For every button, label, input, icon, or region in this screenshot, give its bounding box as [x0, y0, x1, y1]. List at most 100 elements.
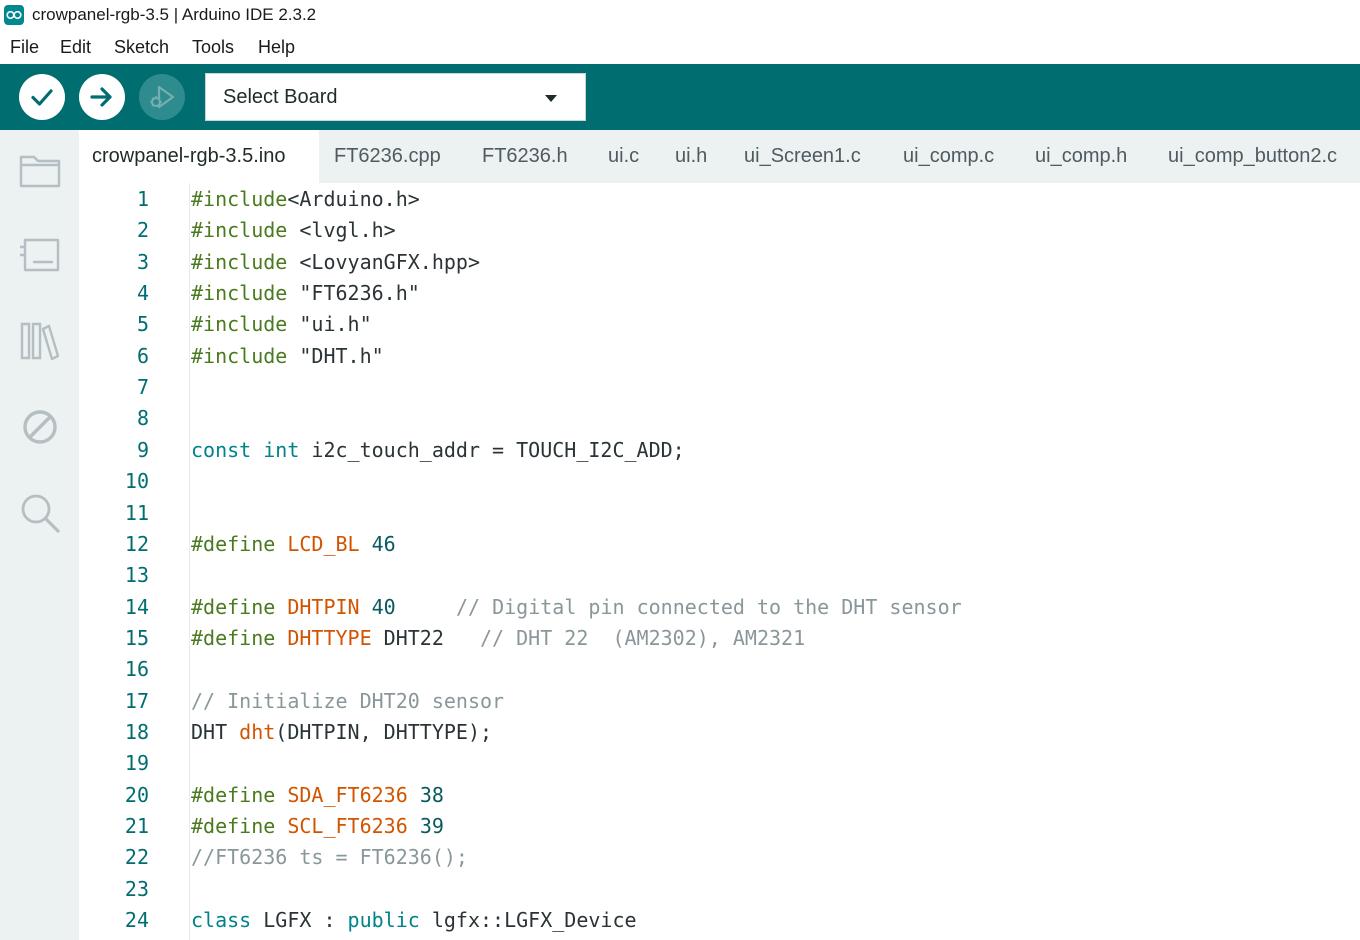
- tab-label: ui.h: [675, 145, 708, 167]
- search-button[interactable]: [14, 487, 66, 539]
- code-token: // DHT 22 (AM2302), AM2321: [480, 625, 806, 650]
- line-number: 10: [124, 469, 149, 494]
- debug-panel-button[interactable]: [14, 401, 66, 453]
- code-token: // Digital pin connected to the DHT sens…: [455, 594, 962, 619]
- code-line: 1 #include<Arduino.h>: [79, 183, 1360, 214]
- code-token: DHTPIN: [287, 594, 360, 619]
- code-text: #define DHTTYPE DHT22 // DHT 22 (AM2302)…: [191, 626, 805, 650]
- tab-crowpanel-rgb-ino[interactable]: crowpanel-rgb-3.5.ino: [79, 130, 319, 183]
- code-line: 16: [79, 653, 1360, 684]
- library-manager-button[interactable]: [14, 315, 66, 367]
- menu-help[interactable]: Help: [258, 37, 295, 58]
- menu-file[interactable]: File: [10, 37, 39, 58]
- code-token: #define: [191, 531, 276, 556]
- code-token: SDA_FT6236: [287, 782, 408, 807]
- line-number: 7: [136, 375, 149, 400]
- code-token: "ui.h": [287, 312, 372, 337]
- code-text: DHT dht(DHTPIN, DHTTYPE);: [191, 720, 492, 744]
- verify-button[interactable]: [19, 74, 65, 120]
- tab-label: ui_comp.c: [903, 145, 995, 167]
- line-number: 24: [124, 908, 149, 933]
- code-token: // Initialize DHT20 sensor: [191, 688, 505, 713]
- tab-ui-comp-button2-c[interactable]: ui_comp_button2.c: [1168, 130, 1337, 183]
- code-line: 19: [79, 747, 1360, 778]
- code-editor[interactable]: 1 #include<Arduino.h> 2 #include <lvgl.h> 3 #…: [79, 183, 1360, 940]
- code-token: #include: [191, 187, 288, 211]
- code-line: 22 //FT6236 ts = FT6236();: [79, 841, 1360, 872]
- code-line: 6 #include "DHT.h": [79, 340, 1360, 371]
- code-token: <LovyanGFX.hpp>: [287, 249, 480, 274]
- title-bar: crowpanel-rgb-3.5 | Arduino IDE 2.3.2: [0, 0, 1360, 31]
- code-text: #define LCD_BL 46: [191, 532, 396, 556]
- line-number: 9: [136, 437, 149, 462]
- boards-manager-button[interactable]: [14, 229, 66, 281]
- tab-label: ui_comp.h: [1035, 145, 1128, 167]
- tab-ui-comp-h[interactable]: ui_comp.h: [1035, 130, 1127, 183]
- line-number: 5: [136, 312, 149, 337]
- code-token: 46: [371, 531, 396, 556]
- code-line: 23: [79, 873, 1360, 904]
- code-token: #define: [191, 594, 276, 619]
- code-token: 40: [371, 594, 396, 619]
- line-number: 22: [124, 845, 149, 870]
- code-token: dht: [239, 719, 276, 744]
- menu-edit[interactable]: Edit: [60, 37, 91, 58]
- arrow-right-icon: [90, 87, 112, 107]
- check-icon: [31, 89, 53, 106]
- code-token: 39: [419, 814, 444, 838]
- line-number: 8: [136, 406, 149, 431]
- board-select-dropdown[interactable]: Select Board: [205, 73, 586, 121]
- code-token: #include: [191, 343, 288, 368]
- line-number: 13: [124, 563, 149, 588]
- code-line: 9 const int i2c_touch_addr = TOUCH_I2C_AD…: [79, 434, 1360, 465]
- code-line: 2 #include <lvgl.h>: [79, 214, 1360, 245]
- tab-ui-c[interactable]: ui.c: [608, 130, 639, 183]
- line-number: 12: [124, 531, 149, 556]
- menu-tools[interactable]: Tools: [192, 37, 234, 58]
- code-token: i2c_touch_addr = TOUCH_I2C_ADD;: [299, 437, 685, 462]
- tab-label: ui_Screen1.c: [744, 145, 861, 167]
- tab-ui-h[interactable]: ui.h: [675, 130, 707, 183]
- code-token: DHTTYPE: [287, 625, 372, 650]
- code-token: #define: [191, 814, 276, 838]
- code-token: <lvgl.h>: [287, 218, 396, 243]
- code-text: #include "FT6236.h": [191, 281, 420, 305]
- menu-sketch[interactable]: Sketch: [114, 37, 169, 58]
- tab-ft6236-h[interactable]: FT6236.h: [482, 130, 568, 183]
- code-token: public: [347, 908, 420, 933]
- line-number: 11: [124, 500, 149, 525]
- line-number: 18: [124, 719, 149, 744]
- code-token: #define: [191, 782, 276, 807]
- upload-button[interactable]: [79, 74, 125, 120]
- code-token: DHT22: [371, 625, 481, 650]
- line-number: 2: [136, 218, 149, 243]
- code-line: 4 #include "FT6236.h": [79, 277, 1360, 308]
- sketchbook-button[interactable]: [14, 144, 66, 196]
- tab-label: ui.c: [608, 145, 640, 167]
- line-number: 17: [124, 688, 149, 713]
- code-token: LGFX :: [251, 908, 348, 933]
- code-line: 24 class LGFX : public lgfx::LGFX_Device: [79, 904, 1360, 935]
- tab-ui-screen1-c[interactable]: ui_Screen1.c: [744, 130, 861, 183]
- code-token: DHT: [191, 719, 240, 744]
- tab-ui-comp-c[interactable]: ui_comp.c: [903, 130, 994, 183]
- debug-button[interactable]: [139, 74, 185, 120]
- tab-label: FT6236.cpp: [334, 145, 441, 167]
- code-text: #include "DHT.h": [191, 344, 384, 368]
- code-line: 15 #define DHTTYPE DHT22 // DHT 22 (AM230…: [79, 622, 1360, 653]
- code-token: SCL_FT6236: [287, 814, 408, 838]
- tab-ft6236-cpp[interactable]: FT6236.cpp: [334, 130, 441, 183]
- file-tabs: crowpanel-rgb-3.5.ino FT6236.cpp FT6236.…: [79, 130, 1360, 183]
- window-title: crowpanel-rgb-3.5 | Arduino IDE 2.3.2: [32, 5, 317, 24]
- code-text: #define SCL_FT6236 39: [191, 814, 444, 838]
- code-text: #include <lvgl.h>: [191, 218, 396, 242]
- code-token: "FT6236.h": [287, 281, 420, 306]
